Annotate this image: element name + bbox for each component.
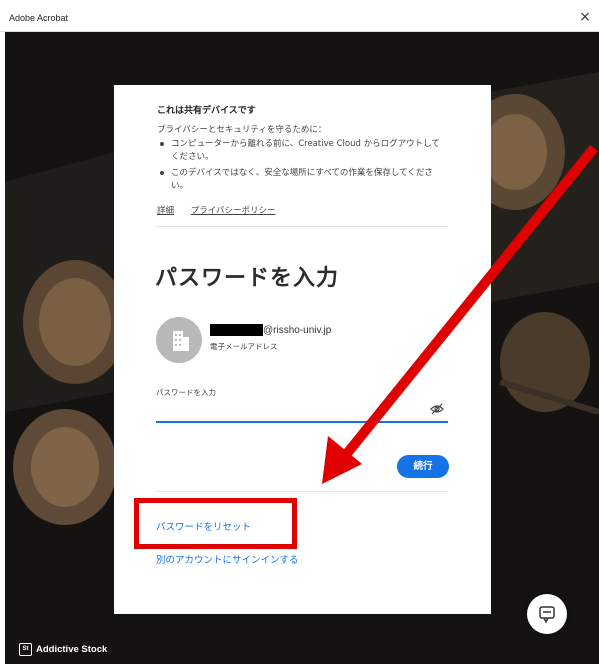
eye-slash-icon[interactable] (430, 401, 444, 415)
other-account-link[interactable]: 別のアカウントにサインインする (156, 552, 299, 566)
notice-links: 詳細 プライバシーポリシー (157, 204, 290, 216)
continue-button[interactable]: 続行 (397, 455, 449, 478)
redacted-email-name (210, 324, 263, 336)
shared-device-title: これは共有デバイスです (157, 106, 256, 116)
password-label: パスワードを入力 (156, 388, 216, 397)
title-bar: Adobe Acrobat × (0, 0, 599, 32)
stock-badge: St (19, 643, 32, 656)
avatar (156, 317, 202, 363)
notice-bullet: このデバイスではなく、安全な場所にすべての作業を保存してください。 (157, 167, 447, 193)
stock-brand-text: Addictive Stock (36, 644, 108, 656)
email-address: @rissho-univ.jp (263, 325, 332, 336)
window-title: Adobe Acrobat (9, 13, 69, 23)
building-icon (173, 331, 189, 351)
privacy-intro: プライバシーとセキュリティを守るために： (157, 125, 327, 135)
notice-bullets: コンピューターから離れる前に、Creative Cloud からログアウトしてく… (157, 138, 447, 196)
close-icon[interactable]: × (577, 9, 593, 25)
divider (156, 226, 448, 227)
annotation-highlight-box (134, 498, 297, 549)
chat-button[interactable] (527, 594, 567, 634)
page-title: パスワードを入力 (155, 266, 340, 291)
privacy-policy-link[interactable]: プライバシーポリシー (191, 206, 276, 216)
email-label: 電子メールアドレス (210, 342, 278, 351)
addictive-stock-brand: St Addictive Stock (19, 643, 107, 656)
notice-bullet: コンピューターから離れる前に、Creative Cloud からログアウトしてく… (157, 138, 447, 164)
password-input[interactable] (156, 399, 448, 423)
chat-icon (539, 606, 555, 624)
divider (156, 491, 448, 492)
details-link[interactable]: 詳細 (157, 206, 174, 216)
